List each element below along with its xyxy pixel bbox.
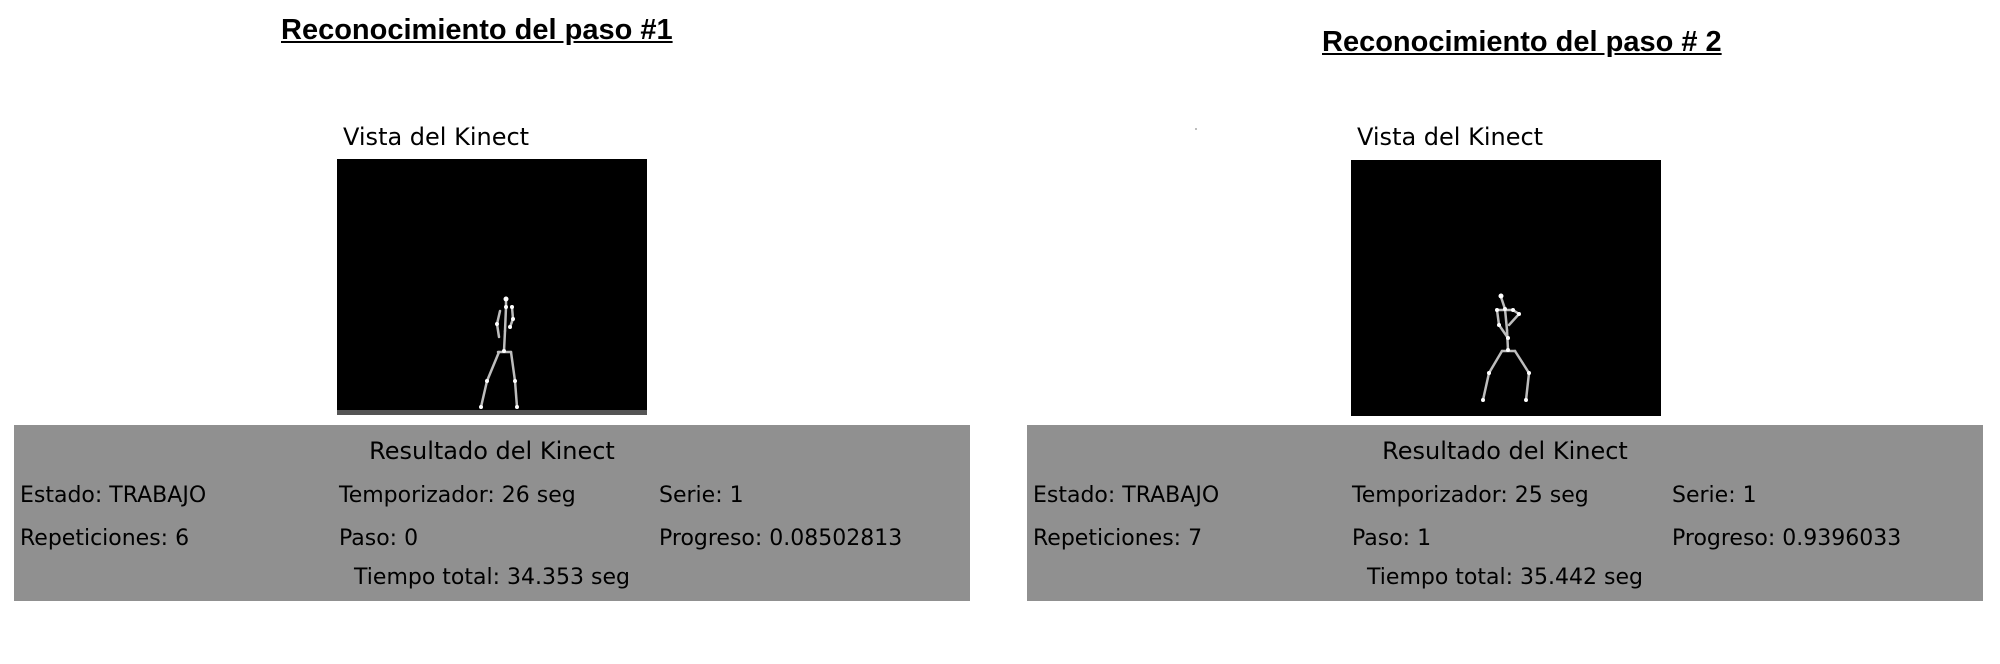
tiempo-total-value: Tiempo total: 35.442 seg <box>1367 565 1643 590</box>
estado-value: Estado: TRABAJO <box>1033 483 1220 508</box>
kinect-view-label: Vista del Kinect <box>1357 123 1544 151</box>
estado-value: Estado: TRABAJO <box>20 483 207 508</box>
kinect-result-panel: Resultado del Kinect Estado: TRABAJO Tem… <box>14 425 970 601</box>
kinect-skeleton-view <box>1351 160 1661 416</box>
paso-value: Paso: 0 <box>339 526 419 551</box>
kinect-result-panel: Resultado del Kinect Estado: TRABAJO Tem… <box>1027 425 1983 601</box>
skeleton-figure <box>479 296 519 409</box>
temporizador-value: Temporizador: 25 seg <box>1352 483 1589 508</box>
tiempo-total-value: Tiempo total: 34.353 seg <box>354 565 630 590</box>
paso-value: Paso: 1 <box>1352 526 1432 551</box>
serie-value: Serie: 1 <box>1672 483 1757 508</box>
kinect-skeleton-view <box>337 159 647 415</box>
panel-1-title: Reconocimiento del paso #1 <box>281 14 673 46</box>
result-heading: Resultado del Kinect <box>369 437 615 465</box>
skeleton-figure <box>1481 293 1531 402</box>
stray-dot <box>1195 128 1197 130</box>
repeticiones-value: Repeticiones: 7 <box>1033 526 1203 551</box>
progreso-value: Progreso: 0.08502813 <box>659 526 903 551</box>
panel-2-title: Reconocimiento del paso # 2 <box>1322 26 1722 58</box>
result-heading: Resultado del Kinect <box>1382 437 1628 465</box>
progreso-value: Progreso: 0.9396033 <box>1672 526 1902 551</box>
kinect-view-label: Vista del Kinect <box>343 123 530 151</box>
floor-strip <box>337 410 647 415</box>
repeticiones-value: Repeticiones: 6 <box>20 526 190 551</box>
serie-value: Serie: 1 <box>659 483 744 508</box>
temporizador-value: Temporizador: 26 seg <box>339 483 576 508</box>
